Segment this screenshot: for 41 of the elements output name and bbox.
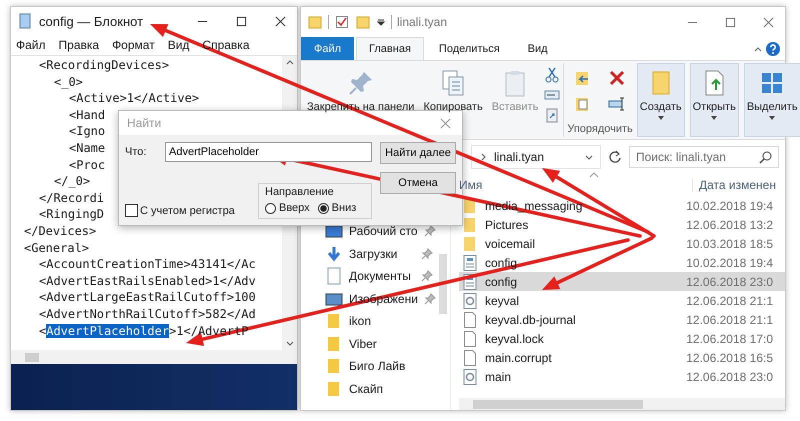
- code-line: <Name: [68, 140, 106, 157]
- file-date: 12.06.2018 23:0: [686, 368, 773, 384]
- group-title: Направление: [265, 186, 335, 198]
- code-line: <General>: [23, 240, 90, 256]
- file-name: config: [485, 256, 518, 270]
- window-title: config — Блокнот: [39, 14, 144, 28]
- file-name: voicemail: [485, 236, 536, 250]
- file-date: 12.06.2018 21:1: [686, 312, 773, 328]
- code-line: <Active>1</Active>: [68, 90, 200, 107]
- file-date: 12.06.2018 21:1: [686, 292, 773, 308]
- code-line: <AdvertNorthRailCutoff>582</Ad: [38, 306, 256, 322]
- file-name: config: [485, 274, 518, 288]
- file-date: 10.02.2018 19:4: [686, 254, 773, 270]
- code-line: </_0>: [53, 173, 90, 190]
- code-line: <Hand: [68, 106, 106, 124]
- file-date: 12.06.2018 17:0: [686, 330, 773, 346]
- code-line: <RingingD: [38, 206, 104, 223]
- code-line: <_0>: [53, 74, 83, 90]
- file-name: Pictures: [485, 218, 528, 232]
- code-line: <RecordingDevices>: [38, 57, 170, 74]
- code-line: <Proc: [68, 156, 106, 174]
- dialog-title: Найти: [127, 116, 162, 130]
- file-date: 10.03.2018 18:5: [686, 236, 773, 252]
- file-date: 12.06.2018 23:0: [686, 274, 773, 290]
- code-line: <Igno: [68, 123, 106, 140]
- code-line: <AdvertEastRailsEnabled>1</Adv: [38, 272, 256, 290]
- file-name: main.corrupt: [485, 350, 552, 364]
- code-line: <AdvertLargeEastRailCutoff>100: [38, 289, 256, 306]
- code-line: <AccountCreationTime>43141</Ac: [38, 256, 256, 273]
- file-date: 10.02.2018 19:4: [686, 198, 773, 214]
- file-name: keyval.lock: [485, 332, 544, 346]
- group-label: Упорядочить: [567, 123, 633, 137]
- code-line: </Devices>: [23, 222, 96, 240]
- file-date: 12.06.2018 16:5: [686, 350, 773, 366]
- code-line: </Recordi: [38, 190, 104, 206]
- file-date: 12.06.2018 13:2: [686, 216, 773, 232]
- field-label: Что:: [125, 146, 148, 158]
- file-name: keyval.db-journal: [485, 312, 576, 326]
- file-name: main: [485, 370, 512, 384]
- window-title: linali.tyan: [397, 15, 448, 29]
- file-name: keyval: [485, 294, 520, 308]
